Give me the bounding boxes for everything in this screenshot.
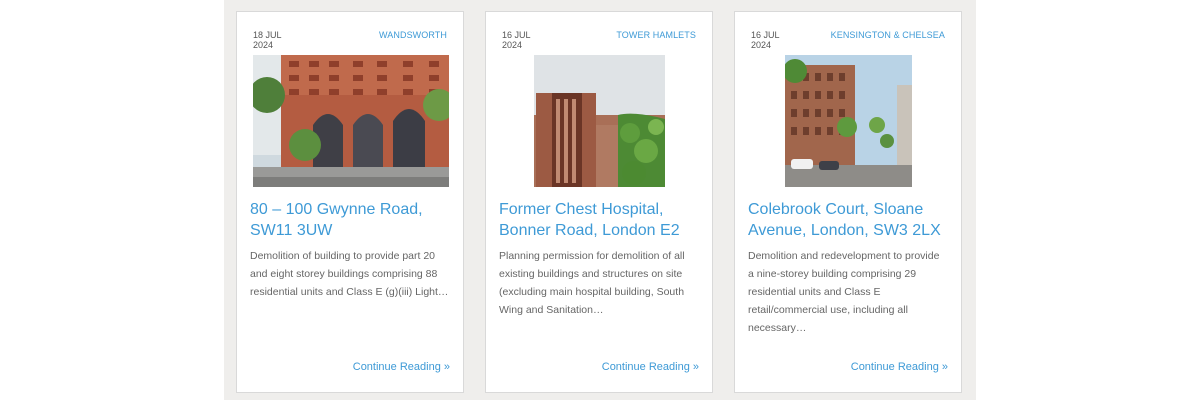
- post-date: 16 JUL 2024: [502, 30, 542, 50]
- article-title[interactable]: 80 – 100 Gwynne Road, SW11 3UW: [250, 199, 455, 241]
- continue-reading-link[interactable]: Continue Reading »: [353, 360, 450, 374]
- building-render-image: [534, 55, 665, 187]
- borough-link[interactable]: WANDSWORTH: [379, 30, 447, 40]
- article-title[interactable]: Former Chest Hospital, Bonner Road, Lond…: [499, 199, 704, 241]
- post-date-year: 2024: [253, 40, 274, 50]
- borough-link[interactable]: TOWER HAMLETS: [616, 30, 696, 40]
- article-title[interactable]: Colebrook Court, Sloane Avenue, London, …: [748, 199, 953, 241]
- article-excerpt: Planning permission for demolition of al…: [499, 250, 685, 316]
- article-card: 16 JUL 2024 KENSINGTON & CHELSEA Colebro…: [734, 11, 962, 393]
- continue-reading-link[interactable]: Continue Reading »: [602, 360, 699, 374]
- article-image[interactable]: [785, 55, 912, 187]
- post-date: 16 JUL 2024: [751, 30, 791, 50]
- article-card: 18 JUL 2024 WANDSWORTH 80 – 100 Gwynne R…: [236, 11, 464, 393]
- article-image[interactable]: [253, 55, 449, 187]
- article-image[interactable]: [534, 55, 665, 187]
- article-excerpt: Demolition and redevelopment to provide …: [748, 250, 940, 334]
- article-excerpt: Demolition of building to provide part 2…: [250, 250, 449, 298]
- post-date-year: 2024: [751, 40, 772, 50]
- post-date-day: 18 JUL: [253, 30, 282, 40]
- borough-link[interactable]: KENSINGTON & CHELSEA: [831, 30, 945, 40]
- continue-reading-link[interactable]: Continue Reading »: [851, 360, 948, 374]
- post-date-day: 16 JUL: [502, 30, 531, 40]
- article-card: 16 JUL 2024 TOWER HAMLETS Former Chest H…: [485, 11, 713, 393]
- building-render-image: [785, 55, 912, 187]
- post-date-year: 2024: [502, 40, 523, 50]
- post-date: 18 JUL 2024: [253, 30, 293, 50]
- post-date-day: 16 JUL: [751, 30, 780, 40]
- building-render-image: [253, 55, 449, 187]
